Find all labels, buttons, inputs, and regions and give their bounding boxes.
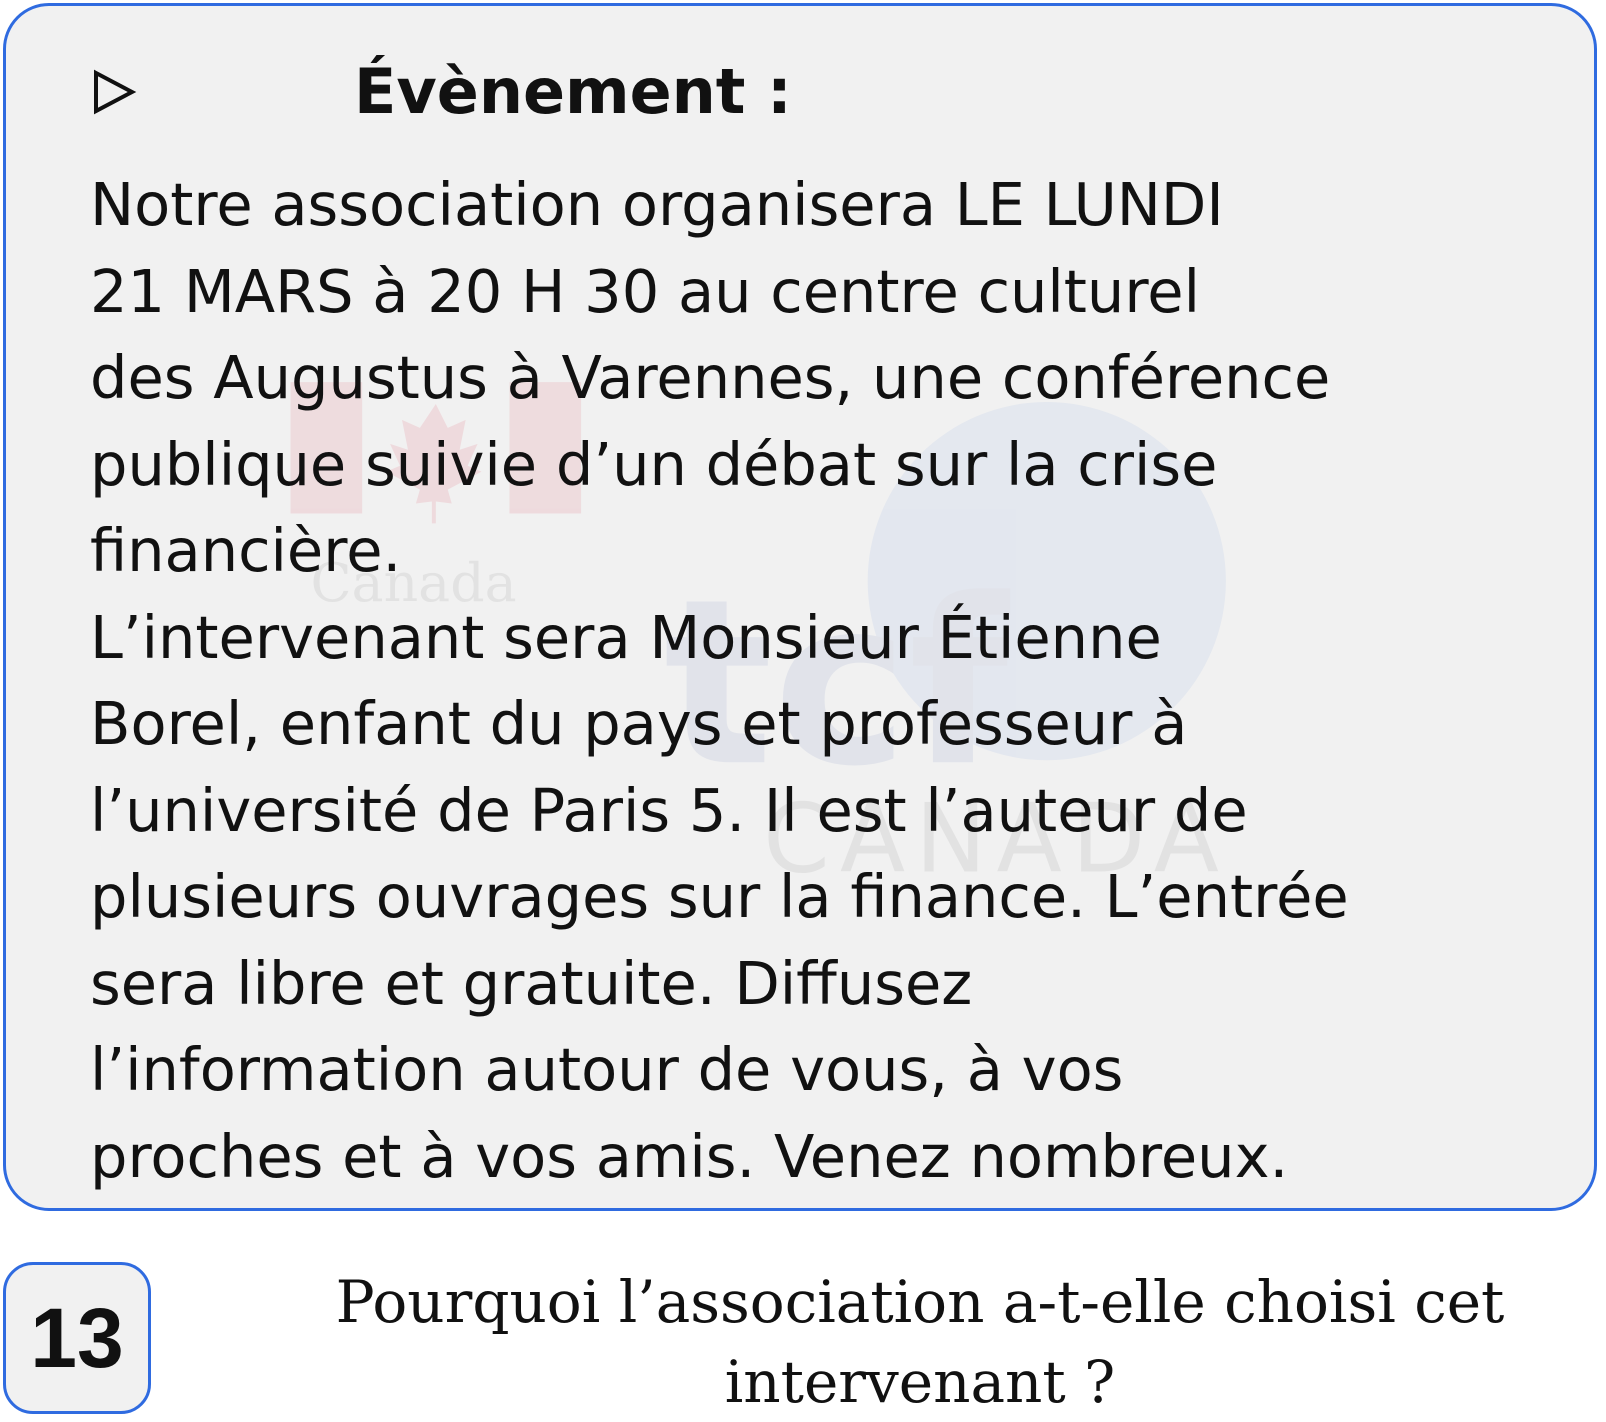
event-text-line: financière. [90,516,402,585]
event-text-line: Notre association organisera LE LUNDI [90,170,1224,239]
question-line: intervenant ? [724,1348,1116,1416]
event-text-line: proches et à vos amis. Venez nombreux. [90,1121,1289,1191]
question-number: 13 [30,1291,124,1385]
event-description: Notre association organisera LE LUNDI 21… [90,162,1570,1200]
event-card: Canada tcf CANADA Évènement : Notre asso… [3,3,1597,1211]
event-text-line: l’information autour de vous, à vos [90,1035,1124,1104]
event-title: Évènement : [354,55,792,128]
event-text-line: Borel, enfant du pays et professeur à [90,689,1188,758]
play-outline-icon [94,69,137,115]
event-text-line: plusieurs ouvrages sur la finance. L’ent… [90,862,1349,931]
question-text: Pourquoi l’association a-t-elle choisi c… [290,1262,1550,1422]
question-number-badge: 13 [3,1262,151,1414]
event-text-line: sera libre et gratuite. Diffusez [90,948,973,1018]
question-line: Pourquoi l’association a-t-elle choisi c… [335,1268,1505,1336]
event-text-line: des Augustus à Varennes, une conférence [90,343,1331,412]
event-text-line: 21 MARS à 20 H 30 au centre culturel [90,256,1200,326]
event-text-line: l’université de Paris 5. Il est l’auteur… [90,775,1248,845]
event-text-line: L’intervenant sera Monsieur Étienne [90,602,1162,672]
event-text-line: publique suivie d’un débat sur la crise [90,429,1218,499]
